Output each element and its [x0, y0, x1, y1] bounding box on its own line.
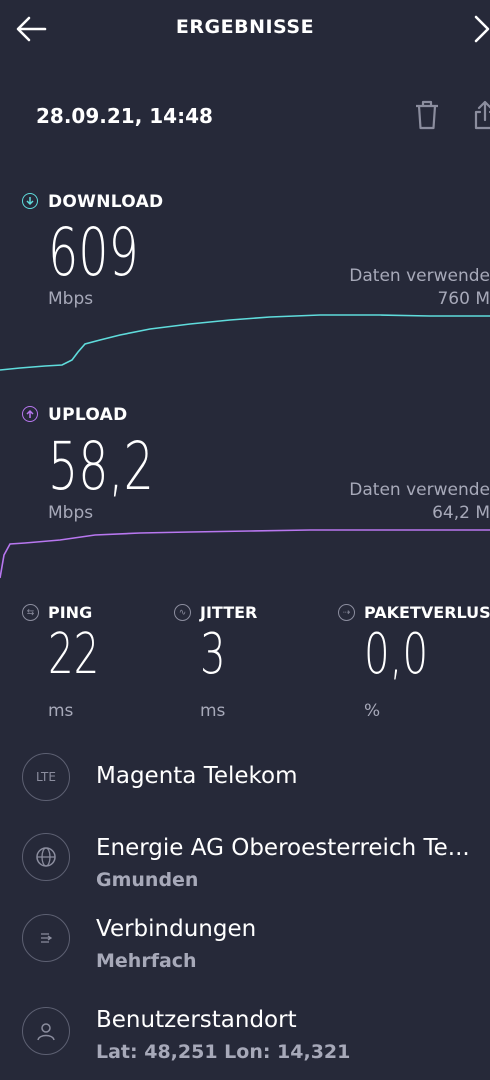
user-location-title: Benutzerstandort — [96, 1007, 297, 1033]
jitter-unit: ms — [200, 701, 226, 721]
trash-icon — [416, 100, 438, 130]
upload-label: UPLOAD — [48, 405, 128, 425]
download-icon — [22, 193, 38, 209]
download-label: DOWNLOAD — [48, 192, 164, 212]
server-name: Energie AG Oberoesterreich Te... — [96, 835, 470, 861]
connections-title: Verbindungen — [96, 916, 257, 942]
lte-icon-text: LTE — [36, 770, 56, 784]
carrier-name: Magenta Telekom — [96, 763, 298, 789]
ping-label: PING — [48, 603, 93, 622]
result-timestamp: 28.09.21, 14:48 — [36, 104, 213, 128]
user-location-coords: Lat: 48,251 Lon: 14,321 — [96, 1041, 351, 1063]
page-title: ERGEBNISSE — [175, 16, 315, 38]
download-value: 609 — [48, 214, 139, 291]
connections-icon — [22, 914, 70, 962]
packet-loss-unit: % — [364, 701, 381, 721]
packet-loss-label: PAKETVERLUS — [364, 603, 490, 622]
user-location-icon — [22, 1007, 70, 1055]
jitter-value: 3 — [200, 622, 226, 687]
upload-data-used-label: Daten verwende — [349, 480, 490, 500]
connections-mode: Mehrfach — [96, 950, 197, 972]
download-graph — [0, 314, 490, 371]
lte-icon: LTE — [22, 753, 70, 801]
ping-value: 22 — [48, 622, 100, 687]
packet-loss-icon: ⇢ — [338, 604, 355, 621]
download-data-used-label: Daten verwende — [349, 266, 490, 286]
share-icon — [474, 100, 490, 130]
share-button[interactable] — [470, 98, 490, 134]
ping-unit: ms — [48, 701, 74, 721]
chevron-right-icon — [474, 15, 490, 43]
upload-icon — [22, 406, 38, 422]
ping-icon: ⇆ — [22, 604, 39, 621]
packet-loss-value: 0,0 — [364, 622, 429, 687]
jitter-icon: ∿ — [174, 604, 191, 621]
jitter-label: JITTER — [200, 603, 258, 622]
server-location: Gmunden — [96, 869, 199, 891]
delete-button[interactable] — [412, 98, 446, 134]
close-button[interactable] — [470, 12, 490, 46]
upload-graph — [0, 529, 490, 579]
globe-icon — [22, 833, 70, 881]
upload-value: 58,2 — [48, 428, 154, 505]
